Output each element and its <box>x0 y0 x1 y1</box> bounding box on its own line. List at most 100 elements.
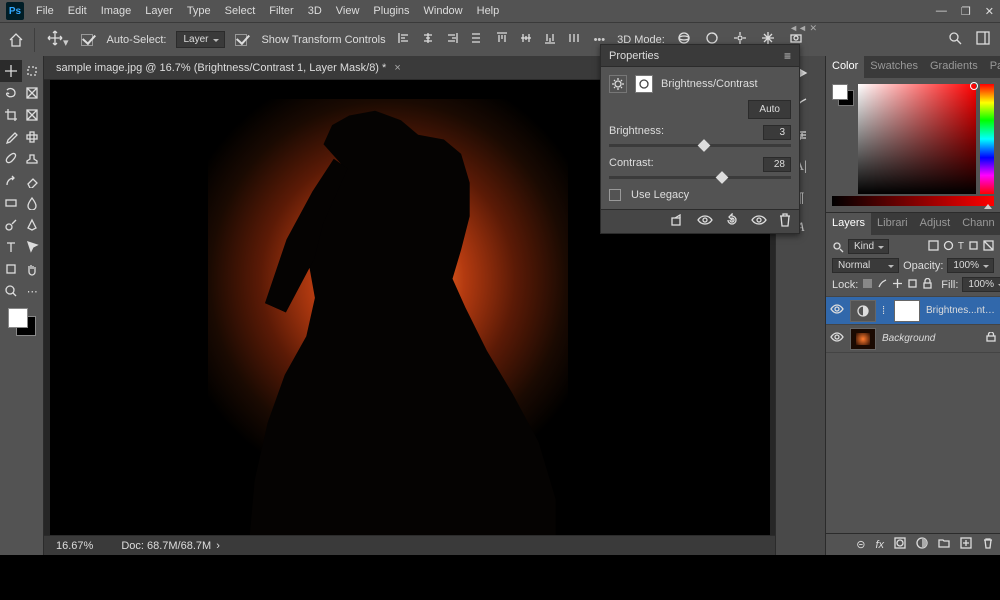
reset-icon[interactable] <box>725 213 739 230</box>
search-icon[interactable] <box>832 241 844 253</box>
menu-select[interactable]: Select <box>219 3 262 19</box>
move-tool[interactable] <box>0 60 22 82</box>
color-swatches[interactable] <box>8 308 36 336</box>
tab-channels[interactable]: Chann <box>956 213 1000 235</box>
align-hcenter-icon[interactable] <box>420 30 436 49</box>
lock-artboard-icon[interactable] <box>907 278 918 292</box>
contrast-slider[interactable]: Contrast:28 <box>609 157 791 179</box>
color-picker[interactable] <box>858 84 976 194</box>
contrast-value[interactable]: 28 <box>763 157 791 172</box>
fill-dropdown[interactable]: 100% <box>962 277 1000 292</box>
distribute-icon[interactable] <box>468 30 484 49</box>
hue-slider[interactable] <box>980 84 994 194</box>
show-transform-checkbox[interactable] <box>235 34 247 46</box>
filter-smart-icon[interactable] <box>983 240 994 254</box>
panel-menu-icon[interactable]: ≡ <box>784 49 791 63</box>
auto-select-dropdown[interactable]: Layer <box>176 31 225 48</box>
edit-toolbar[interactable]: ⋯ <box>22 280 44 302</box>
lock-transparent-icon[interactable] <box>862 278 873 292</box>
menu-3d[interactable]: 3D <box>302 3 328 19</box>
fgbg-mini-swatch[interactable] <box>832 84 854 106</box>
lock-image-icon[interactable] <box>877 278 888 292</box>
healing-tool[interactable] <box>22 126 44 148</box>
align-right-icon[interactable] <box>444 30 460 49</box>
new-layer-icon[interactable] <box>960 537 972 552</box>
visibility-icon[interactable] <box>830 304 844 317</box>
path-tool[interactable] <box>22 236 44 258</box>
menu-layer[interactable]: Layer <box>139 3 179 19</box>
delete-icon[interactable] <box>982 537 994 552</box>
tab-adjustments[interactable]: Adjust <box>914 213 957 235</box>
type-tool[interactable] <box>0 236 22 258</box>
pen-tool[interactable] <box>22 214 44 236</box>
menu-image[interactable]: Image <box>95 3 138 19</box>
tab-gradients[interactable]: Gradients <box>924 56 984 78</box>
tab-swatches[interactable]: Swatches <box>864 56 924 78</box>
filter-type-icon[interactable]: T <box>958 241 964 252</box>
history-brush-tool[interactable] <box>0 170 22 192</box>
zoom-level[interactable]: 16.67% <box>56 540 93 552</box>
frame-tool[interactable] <box>22 104 44 126</box>
menu-edit[interactable]: Edit <box>62 3 93 19</box>
align-vcenter-icon[interactable] <box>518 30 534 49</box>
mask-indicator-icon[interactable] <box>635 75 653 93</box>
align-left-icon[interactable] <box>396 30 412 49</box>
layer-row[interactable]: ⁞ Brightnes...ntrast 1 <box>826 297 1000 325</box>
brightness-slider[interactable]: Brightness:3 <box>609 125 791 147</box>
filter-pixel-icon[interactable] <box>928 240 939 254</box>
visibility-icon[interactable] <box>830 332 844 345</box>
close-tab-icon[interactable]: × <box>394 62 400 74</box>
window-close[interactable]: ✕ <box>985 5 994 18</box>
tab-color[interactable]: Color <box>826 56 864 78</box>
lock-position-icon[interactable] <box>892 278 903 292</box>
selection-tool[interactable] <box>22 82 44 104</box>
menu-help[interactable]: Help <box>471 3 506 19</box>
toggle-visibility-icon[interactable] <box>751 215 767 228</box>
foreground-swatch[interactable] <box>8 308 28 328</box>
hand-tool[interactable] <box>22 258 44 280</box>
delete-adjustment-icon[interactable] <box>779 213 791 230</box>
crop-tool[interactable] <box>0 104 22 126</box>
layer-name[interactable]: Brightnes...ntrast 1 <box>926 305 996 316</box>
lock-icon[interactable] <box>986 332 996 345</box>
dodge-tool[interactable] <box>0 214 22 236</box>
menu-file[interactable]: File <box>30 3 60 19</box>
auto-select-checkbox[interactable] <box>81 34 93 46</box>
use-legacy-checkbox[interactable] <box>609 189 621 201</box>
zoom-tool[interactable] <box>0 280 22 302</box>
menu-window[interactable]: Window <box>418 3 469 19</box>
layer-name[interactable]: Background <box>882 333 980 344</box>
lasso-tool[interactable] <box>0 82 22 104</box>
tab-patterns[interactable]: Patterns <box>984 56 1000 78</box>
link-layers-icon[interactable]: ⊝ <box>856 538 865 551</box>
brush-tool[interactable] <box>0 148 22 170</box>
window-maximize[interactable]: ❐ <box>961 5 971 18</box>
filter-shape-icon[interactable] <box>968 240 979 254</box>
home-icon[interactable] <box>8 32 24 48</box>
clip-icon[interactable] <box>671 214 685 229</box>
auto-button[interactable]: Auto <box>748 100 791 119</box>
kind-dropdown[interactable]: Kind <box>848 239 889 254</box>
mask-icon[interactable] <box>894 537 906 552</box>
group-icon[interactable] <box>938 537 950 552</box>
status-caret-icon[interactable]: › <box>216 540 220 552</box>
filter-adjust-icon[interactable] <box>943 240 954 254</box>
brightness-value[interactable]: 3 <box>763 125 791 140</box>
search-icon[interactable] <box>946 29 964 50</box>
align-bottom-icon[interactable] <box>542 30 558 49</box>
eraser-tool[interactable] <box>22 170 44 192</box>
eyedropper-tool[interactable] <box>0 126 22 148</box>
opacity-dropdown[interactable]: 100% <box>947 258 994 273</box>
blend-mode-dropdown[interactable]: Normal <box>832 258 899 273</box>
tab-layers[interactable]: Layers <box>826 213 871 235</box>
artboard-tool[interactable] <box>22 60 44 82</box>
fx-icon[interactable]: fx <box>875 539 884 551</box>
align-top-icon[interactable] <box>494 30 510 49</box>
move-tool-icon[interactable]: ▾ <box>45 28 71 51</box>
menu-filter[interactable]: Filter <box>263 3 299 19</box>
adjustment-icon[interactable] <box>916 537 928 552</box>
panel-collapse-icon[interactable]: ◄◄ ✕ <box>789 23 817 34</box>
shape-tool[interactable] <box>0 258 22 280</box>
mask-thumb[interactable] <box>894 300 920 322</box>
lock-all-icon[interactable] <box>922 278 933 292</box>
